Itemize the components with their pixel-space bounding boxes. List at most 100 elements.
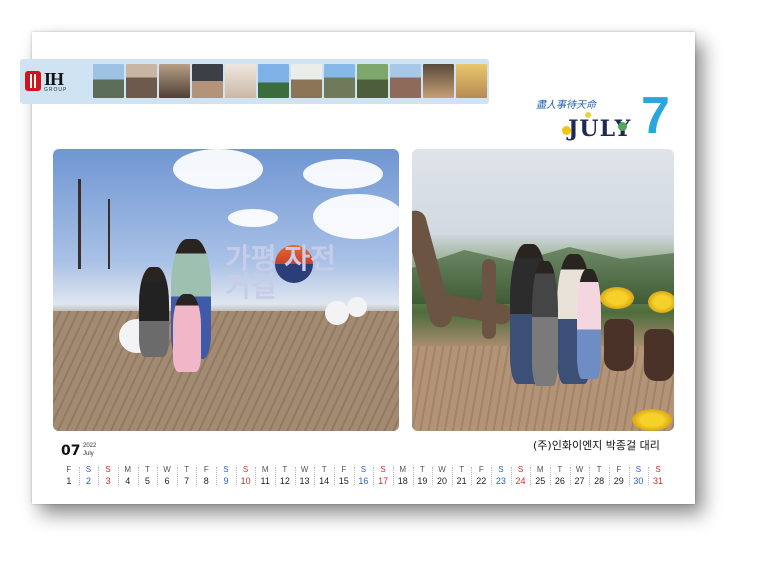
calendar-weekday: W: [438, 465, 446, 474]
calendar-weekday: F: [341, 465, 347, 474]
calendar-weekday: S: [85, 465, 92, 474]
calendar-day: T 12: [275, 465, 295, 488]
calendar-date: 9: [223, 476, 229, 486]
calendar-day: T 28: [589, 465, 609, 488]
calendar-day: T 19: [412, 465, 433, 488]
calendar-day: F 29: [608, 465, 629, 488]
calendar-date: 26: [554, 476, 565, 486]
thumbnail-photo: [258, 64, 289, 98]
calendar-weekday: M: [536, 465, 544, 474]
calendar-day: F 15: [333, 465, 354, 488]
calendar-weekday: S: [635, 465, 642, 474]
calendar-days: F 1 S 2 S 3 M 4 T 5 W 6 T 7 F 8 S 9 S 10 M 11 T 12 W 13 T 14 F 15 S 16 S…: [59, 465, 668, 488]
logo-sub: GROUP: [44, 86, 68, 93]
calendar-day: S 30: [628, 465, 649, 488]
calendar-date: 10: [240, 476, 251, 486]
calendar-date: 22: [476, 476, 487, 486]
calendar-day: S9: [216, 465, 236, 488]
calendar-weekday: S: [223, 465, 229, 474]
company-logo: IH GROUP: [25, 67, 89, 95]
calendar-weekday: S: [105, 465, 111, 474]
calendar-weekday: S: [380, 465, 386, 474]
calendar-date: 16: [358, 476, 369, 486]
calendar-date: 30: [633, 476, 644, 486]
logo-mark-icon: [25, 71, 41, 91]
calendar-weekday: F: [616, 465, 622, 474]
thumbnail-photo: [192, 64, 223, 98]
calendar-day: M 25: [530, 465, 550, 488]
calendar-day: S 31: [648, 465, 668, 488]
thumbnail-photo: [324, 64, 355, 98]
photo-family-deck: [412, 149, 674, 431]
calendar-weekday: T: [282, 465, 288, 474]
calendar-day: S 16: [353, 465, 374, 488]
motto-text: 盡人事待天命: [536, 100, 596, 111]
thumbnail-photo: [93, 64, 124, 98]
calendar-weekday: W: [575, 465, 584, 474]
thumbnail-photo: [126, 64, 157, 98]
calendar-day: W 20: [432, 465, 452, 488]
calendar-day: S 24: [510, 465, 531, 488]
calendar-weekday: S: [655, 465, 661, 474]
calendar-day: M 18: [392, 465, 413, 488]
photo-bike-path-sign: 가평 자전거길: [53, 149, 399, 431]
calendar-day: S 10: [235, 465, 256, 488]
calendar-date: 1: [66, 476, 72, 486]
calendar-weekday: F: [66, 465, 72, 474]
calendar-date: 23: [495, 476, 506, 486]
calendar-day: T 14: [314, 465, 334, 488]
calendar-weekday: T: [459, 465, 465, 474]
person: [139, 267, 169, 357]
calendar-date: 5: [144, 476, 150, 486]
calendar-day: S 17: [373, 465, 393, 488]
calendar-day: F8: [196, 465, 216, 488]
person: [577, 269, 601, 379]
calendar-weekday: T: [144, 465, 150, 474]
calendar-weekday: S: [242, 465, 249, 474]
thumbnail-photo: [291, 64, 322, 98]
calendar-date: 7: [184, 476, 190, 486]
thumbnail-photo: [357, 64, 388, 98]
thumbnail-strip: IH GROUP: [20, 59, 489, 104]
calendar-day: S3: [98, 465, 118, 488]
calendar-weekday: M: [124, 465, 132, 474]
calendar-date: 31: [653, 476, 664, 486]
logo-name: IH: [44, 68, 64, 89]
thumbnail-photo: [225, 64, 256, 98]
calendar-day: F1: [59, 465, 79, 488]
calendar-weekday: T: [321, 465, 327, 474]
calendar-weekday: S: [498, 465, 504, 474]
calendar-day: M 11: [255, 465, 275, 488]
calendar-weekday: W: [163, 465, 171, 474]
calendar-date: 12: [279, 476, 290, 486]
person: [173, 294, 201, 372]
calendar-date: 14: [319, 476, 330, 486]
calendar-date: 4: [125, 476, 131, 486]
calendar-weekday: W: [300, 465, 309, 474]
calendar-date: 29: [613, 476, 624, 486]
calendar-weekday: T: [557, 465, 563, 474]
calendar-weekday: M: [399, 465, 407, 474]
calendar-day: W6: [157, 465, 177, 488]
thumbnail-photo: [423, 64, 454, 98]
thumbnail-photo: [456, 64, 487, 98]
calendar-date: 20: [436, 476, 447, 486]
balloon: [325, 301, 349, 325]
calendar-day: W 13: [294, 465, 315, 488]
calendar-day: F 22: [471, 465, 491, 488]
calendar-year: 2022: [83, 443, 97, 449]
leaf-icon: [618, 122, 627, 131]
calendar-day: S 23: [491, 465, 511, 488]
calendar-date: 6: [164, 476, 170, 486]
thumbnail-photo: [159, 64, 190, 98]
photo-caption: (주)인화이엔지 박종걸 대리: [533, 439, 660, 452]
balloon: [347, 297, 367, 317]
calendar-date: 11: [260, 476, 270, 486]
calendar-weekday: S: [360, 465, 367, 474]
calendar-month-name: July: [83, 451, 94, 457]
calendar-date: 28: [594, 476, 605, 486]
calendar-date: 17: [378, 476, 389, 486]
calendar-date: 15: [338, 476, 349, 486]
person: [532, 261, 558, 386]
calendar-day: W 27: [569, 465, 590, 488]
